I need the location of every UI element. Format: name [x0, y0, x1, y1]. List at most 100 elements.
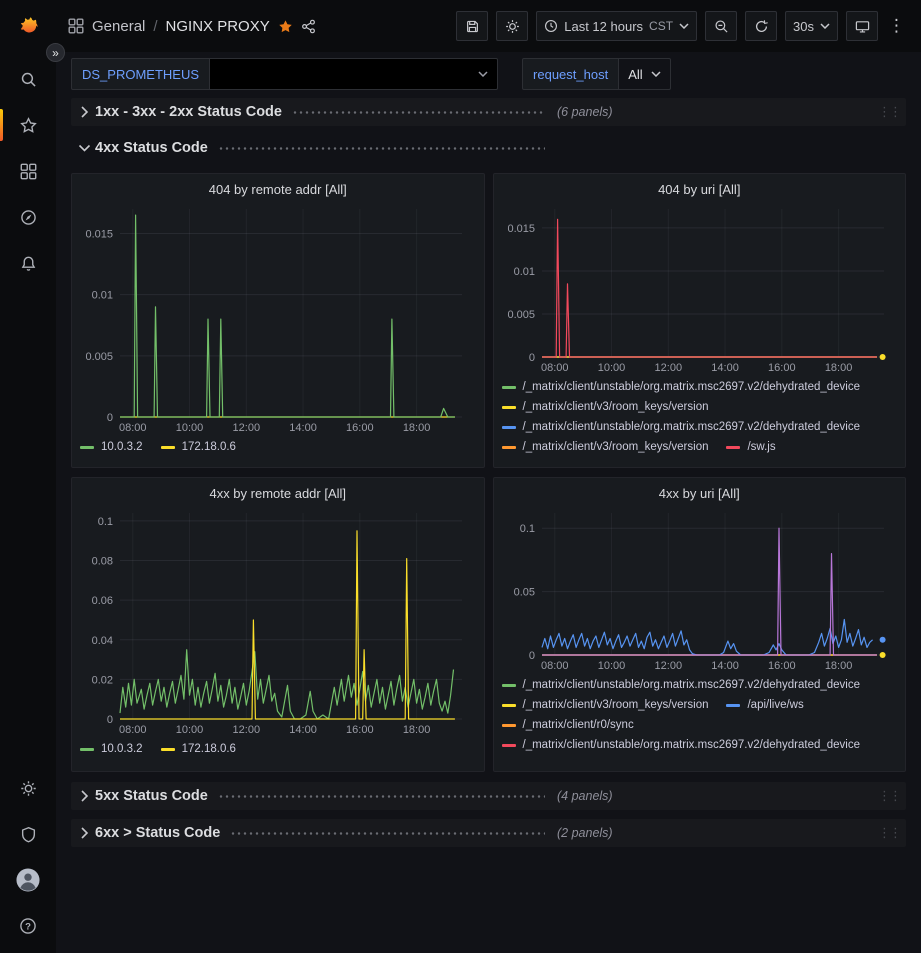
sidebar-item-help[interactable]: ?: [0, 903, 56, 949]
legend-item[interactable]: /_matrix/client/v3/room_keys/version: [502, 697, 709, 713]
svg-text:0.015: 0.015: [507, 223, 535, 235]
sidebar-item-profile[interactable]: [0, 857, 56, 903]
row-drag-handle[interactable]: ⋮⋮: [878, 104, 900, 120]
legend-item[interactable]: /_matrix/client/v3/room_keys/version: [502, 399, 709, 415]
legend-item[interactable]: /_matrix/client/v3/room_keys/version: [502, 439, 709, 455]
dashboards-grid-icon: [68, 18, 84, 34]
legend-swatch: [726, 704, 740, 707]
row-header-5xx[interactable]: 5xx Status Code (4 panels) ⋮⋮: [71, 782, 906, 810]
variable-value-request-host[interactable]: All: [619, 58, 670, 90]
refresh-interval-dropdown[interactable]: 30s: [785, 11, 838, 41]
legend-swatch: [502, 704, 516, 707]
svg-text:16:00: 16:00: [346, 724, 374, 736]
svg-text:0.005: 0.005: [507, 309, 535, 321]
svg-text:16:00: 16:00: [768, 362, 796, 374]
legend-item[interactable]: 10.0.3.2: [80, 741, 143, 757]
variable-host-value: All: [628, 67, 642, 82]
legend-swatch: [502, 684, 516, 687]
legend-item[interactable]: /_matrix/client/unstable/org.matrix.msc2…: [502, 737, 861, 753]
variable-label-request-host[interactable]: request_host: [522, 58, 619, 90]
share-icon[interactable]: [301, 19, 316, 34]
svg-text:0.05: 0.05: [513, 587, 534, 599]
row-header-6xx[interactable]: 6xx > Status Code (2 panels) ⋮⋮: [71, 819, 906, 847]
legend-item[interactable]: /api/live/ws: [726, 697, 803, 713]
sidebar-expand-toggle[interactable]: »: [46, 43, 65, 62]
svg-text:18:00: 18:00: [403, 422, 431, 434]
svg-text:12:00: 12:00: [654, 362, 682, 374]
sidebar-item-configuration[interactable]: [0, 765, 56, 811]
panel-title[interactable]: 4xx by remote addr [All]: [80, 483, 476, 505]
svg-text:0.02: 0.02: [92, 674, 113, 686]
dashboards-grid-icon: [20, 163, 37, 180]
save-dashboard-button[interactable]: [456, 11, 488, 41]
svg-text:?: ?: [25, 921, 31, 932]
tv-mode-button[interactable]: [846, 11, 878, 41]
row-header-4xx[interactable]: 4xx Status Code: [71, 134, 906, 162]
chart-canvas: 08:0010:0012:0014:0016:0018:0000.050.1: [502, 505, 898, 675]
dashboard-settings-button[interactable]: [496, 11, 528, 41]
legend-item[interactable]: 172.18.0.6: [161, 741, 236, 757]
sidebar-item-server-admin[interactable]: [0, 811, 56, 857]
timeseries-chart[interactable]: 08:0010:0012:0014:0016:0018:0000.020.040…: [80, 505, 476, 739]
row-title: 4xx Status Code: [95, 140, 208, 156]
favorite-star-icon[interactable]: [278, 19, 293, 34]
svg-text:14:00: 14:00: [289, 724, 317, 736]
row-panel-count: (4 panels): [557, 789, 613, 803]
legend-swatch: [502, 446, 516, 449]
grafana-logo[interactable]: [0, 12, 56, 40]
timeseries-chart[interactable]: 08:0010:0012:0014:0016:0018:0000.0050.01…: [502, 201, 898, 377]
refresh-interval-label: 30s: [793, 19, 814, 34]
variable-value-ds-prometheus[interactable]: [210, 58, 498, 90]
panel-title[interactable]: 4xx by uri [All]: [502, 483, 898, 505]
sidebar-item-starred[interactable]: [0, 102, 56, 148]
svg-text:12:00: 12:00: [233, 422, 261, 434]
shield-icon: [20, 826, 37, 843]
chart-canvas: 08:0010:0012:0014:0016:0018:0000.0050.01…: [80, 201, 476, 437]
zoom-out-button[interactable]: [705, 11, 737, 41]
panel-title[interactable]: 404 by uri [All]: [502, 179, 898, 201]
row-dotted-leader: [230, 832, 545, 835]
row-panel-count: (2 panels): [557, 826, 613, 840]
svg-text:0.04: 0.04: [92, 635, 113, 647]
avatar: [16, 868, 40, 892]
sidebar-item-search[interactable]: [0, 56, 56, 102]
breadcrumb: General / NGINX PROXY: [56, 18, 316, 35]
time-range-picker[interactable]: Last 12 hours CST: [536, 11, 697, 41]
legend-item[interactable]: 172.18.0.6: [161, 439, 236, 455]
sidebar-item-alerting[interactable]: [0, 240, 56, 286]
panel-legend: 10.0.3.2 172.18.0.6: [80, 439, 476, 455]
legend-item[interactable]: /sw.js: [726, 439, 775, 455]
dashboard-title: NGINX PROXY: [166, 18, 270, 35]
panel-legend: /_matrix/client/unstable/org.matrix.msc2…: [502, 379, 898, 455]
panel-4xx-by-uri: 4xx by uri [All] 08:0010:0012:0014:0016:…: [493, 477, 907, 772]
legend-item[interactable]: 10.0.3.2: [80, 439, 143, 455]
variable-request-host: request_host All: [522, 58, 671, 90]
legend-item[interactable]: /_matrix/client/r0/sync: [502, 717, 634, 733]
row-drag-handle[interactable]: ⋮⋮: [878, 825, 900, 841]
svg-text:0.08: 0.08: [92, 556, 113, 568]
legend-swatch: [502, 406, 516, 409]
svg-text:08:00: 08:00: [119, 422, 147, 434]
row-drag-handle[interactable]: ⋮⋮: [878, 788, 900, 804]
sidebar-item-explore[interactable]: [0, 194, 56, 240]
breadcrumb-folder[interactable]: General: [92, 18, 145, 35]
svg-text:0.1: 0.1: [98, 516, 113, 528]
chevron-down-icon: [478, 71, 488, 77]
svg-text:0.015: 0.015: [85, 228, 113, 240]
timeseries-chart[interactable]: 08:0010:0012:0014:0016:0018:0000.050.1: [502, 505, 898, 675]
row-panel-count: (6 panels): [557, 105, 613, 119]
svg-text:14:00: 14:00: [289, 422, 317, 434]
variable-label-ds-prometheus[interactable]: DS_PROMETHEUS: [71, 58, 210, 90]
panel-title[interactable]: 404 by remote addr [All]: [80, 179, 476, 201]
legend-swatch: [502, 724, 516, 727]
refresh-button[interactable]: [745, 11, 777, 41]
timeseries-chart[interactable]: 08:0010:0012:0014:0016:0018:0000.0050.01…: [80, 201, 476, 437]
legend-item[interactable]: /_matrix/client/unstable/org.matrix.msc2…: [502, 677, 861, 693]
sidebar-item-dashboards[interactable]: [0, 148, 56, 194]
star-icon: [20, 117, 37, 134]
chevron-down-icon: [651, 71, 661, 77]
legend-item[interactable]: /_matrix/client/unstable/org.matrix.msc2…: [502, 379, 861, 395]
kebab-menu[interactable]: ⋮: [886, 11, 907, 41]
row-header-1xx-3xx-2xx[interactable]: 1xx - 3xx - 2xx Status Code (6 panels) ⋮…: [71, 98, 906, 126]
legend-item[interactable]: /_matrix/client/unstable/org.matrix.msc2…: [502, 419, 861, 435]
